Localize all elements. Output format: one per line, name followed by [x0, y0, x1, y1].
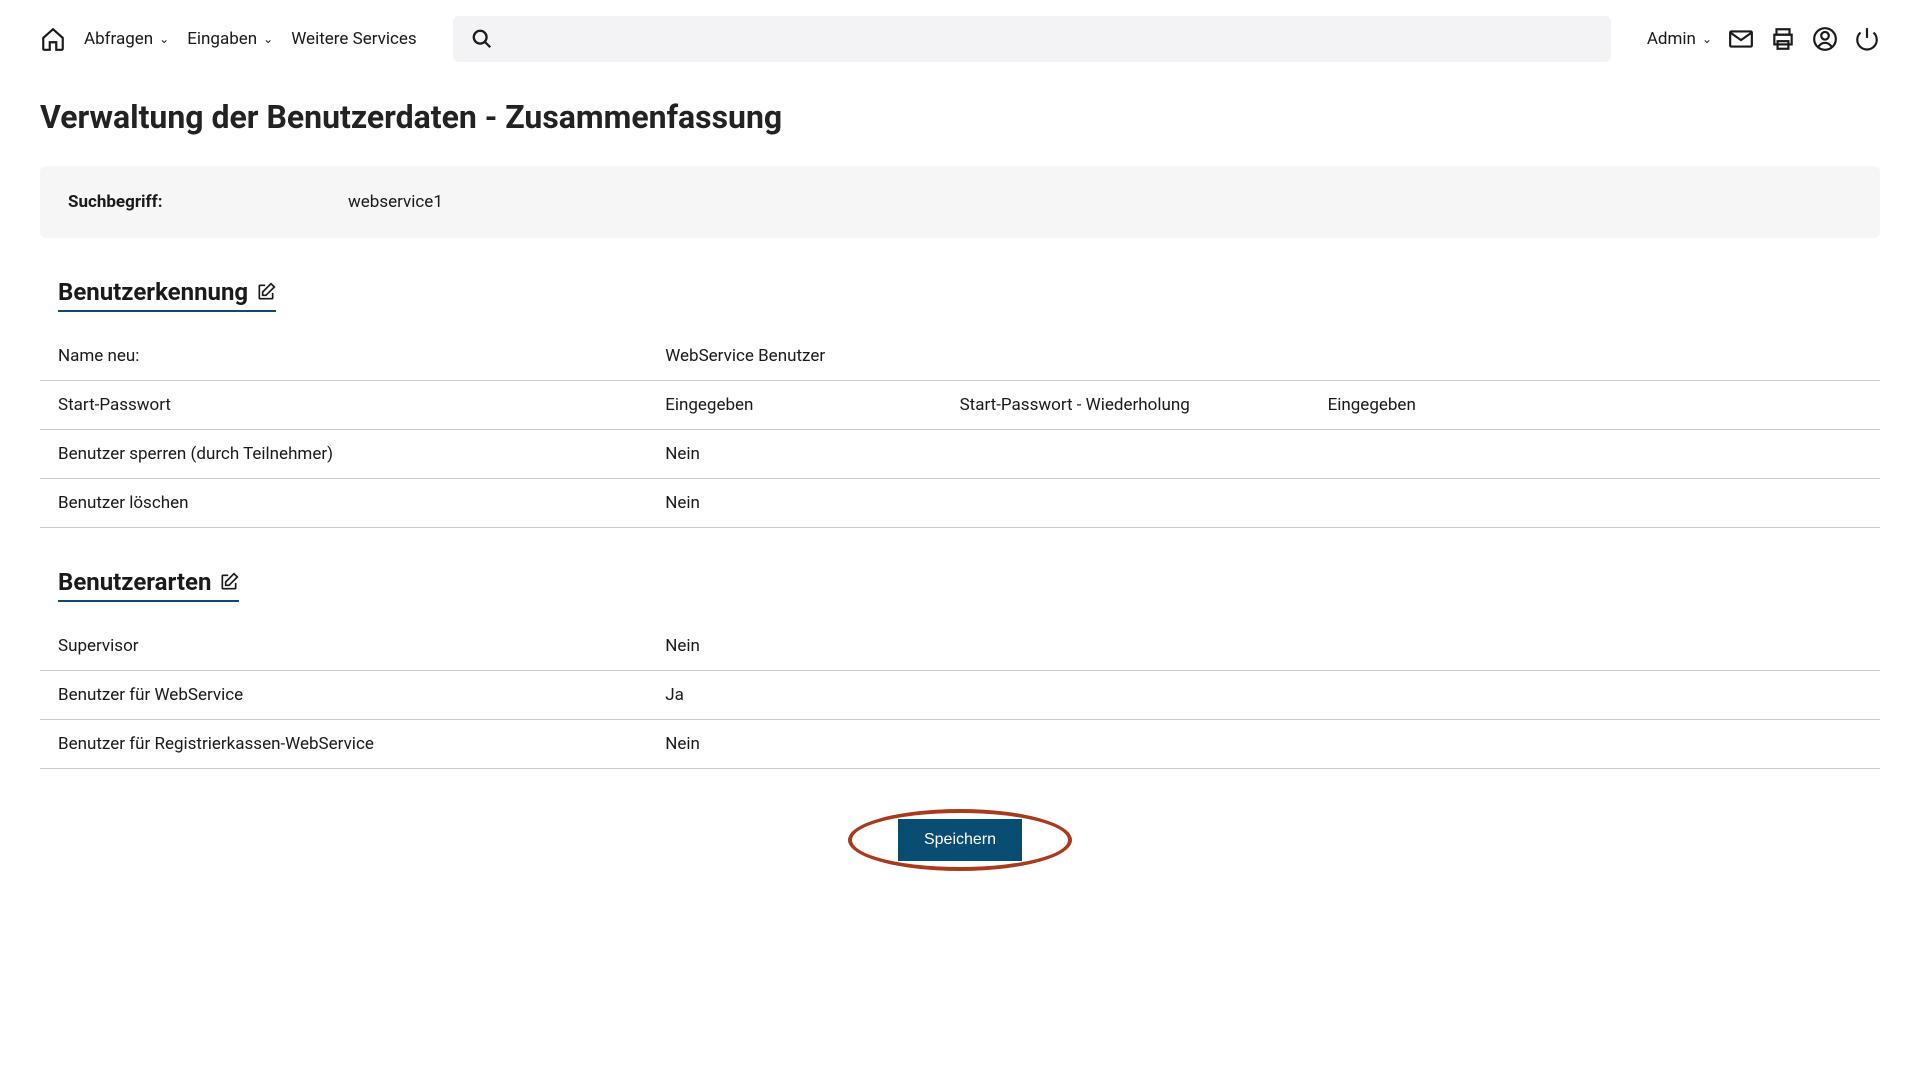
table-row: Start-Passwort Eingegeben Start-Passwort…: [40, 381, 1880, 430]
search-icon: [471, 28, 493, 50]
print-icon[interactable]: [1770, 26, 1796, 52]
nav-eingaben[interactable]: Eingaben ⌄: [187, 29, 273, 49]
user-icon[interactable]: [1812, 26, 1838, 52]
row-value: Ja: [647, 671, 1880, 720]
table-row: Supervisor Nein: [40, 622, 1880, 671]
page-title: Verwaltung der Benutzerdaten - Zusammenf…: [40, 98, 1880, 136]
row-label: Benutzer für WebService: [40, 671, 647, 720]
admin-label: Admin: [1647, 29, 1696, 49]
section-benutzerarten-header: Benutzerarten: [58, 568, 239, 602]
table-row: Benutzer für Registrierkassen-WebService…: [40, 720, 1880, 769]
nav-weitere-services[interactable]: Weitere Services: [291, 29, 416, 49]
row-label: Start-Passwort: [40, 381, 647, 430]
table-row: Benutzer löschen Nein: [40, 479, 1880, 528]
row-value: Nein: [647, 479, 941, 528]
row-label2: [942, 332, 1310, 381]
row-label: Benutzer für Registrierkassen-WebService: [40, 720, 647, 769]
save-button[interactable]: Speichern: [898, 819, 1022, 861]
power-icon[interactable]: [1854, 26, 1880, 52]
row-value: Nein: [647, 720, 1880, 769]
nav-weitere-label: Weitere Services: [291, 29, 416, 49]
row-value: Eingegeben: [647, 381, 941, 430]
chevron-down-icon: ⌄: [1702, 32, 1712, 46]
row-value: Nein: [647, 622, 1880, 671]
admin-menu[interactable]: Admin ⌄: [1647, 29, 1712, 49]
save-highlight: Speichern: [848, 809, 1072, 871]
row-label: Benutzer sperren (durch Teilnehmer): [40, 430, 647, 479]
table-row: Benutzer für WebService Ja: [40, 671, 1880, 720]
nav-eingaben-label: Eingaben: [187, 29, 257, 49]
row-value2: [1310, 332, 1880, 381]
chevron-down-icon: ⌄: [263, 32, 273, 46]
row-label: Name neu:: [40, 332, 647, 381]
chevron-down-icon: ⌄: [159, 32, 169, 46]
table-row: Name neu: WebService Benutzer: [40, 332, 1880, 381]
row-value: WebService Benutzer: [647, 332, 941, 381]
row-value: Nein: [647, 430, 941, 479]
section-benutzerkennung-header: Benutzerkennung: [58, 278, 276, 312]
table-row: Benutzer sperren (durch Teilnehmer) Nein: [40, 430, 1880, 479]
search-bar[interactable]: [453, 16, 1611, 62]
row-value2: Eingegeben: [1310, 381, 1880, 430]
nav-abfragen-label: Abfragen: [84, 29, 153, 49]
section2-heading: Benutzerarten: [58, 568, 211, 596]
benutzerarten-table: Supervisor Nein Benutzer für WebService …: [40, 622, 1880, 769]
edit-icon[interactable]: [219, 572, 239, 592]
edit-icon[interactable]: [256, 282, 276, 302]
section1-heading: Benutzerkennung: [58, 278, 248, 306]
nav-abfragen[interactable]: Abfragen ⌄: [84, 29, 169, 49]
home-icon[interactable]: [40, 26, 66, 52]
row-label: Benutzer löschen: [40, 479, 647, 528]
row-label: Supervisor: [40, 622, 647, 671]
search-label: Suchbegriff:: [68, 192, 348, 212]
search-info-box: Suchbegriff: webservice1: [40, 166, 1880, 238]
mail-icon[interactable]: [1728, 26, 1754, 52]
row-label2: Start-Passwort - Wiederholung: [942, 381, 1310, 430]
benutzerkennung-table: Name neu: WebService Benutzer Start-Pass…: [40, 332, 1880, 528]
search-value: webservice1: [348, 192, 443, 212]
